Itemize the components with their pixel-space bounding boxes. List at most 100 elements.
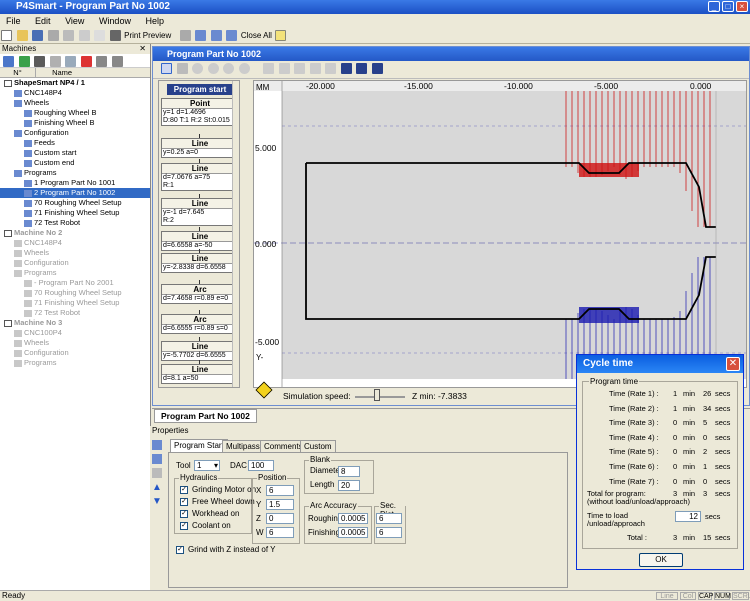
- tree-row[interactable]: Custom end: [0, 158, 150, 168]
- tab-program-start[interactable]: Program Start: [170, 439, 228, 452]
- menu-view[interactable]: View: [65, 16, 84, 26]
- menu-help[interactable]: Help: [145, 16, 164, 26]
- tree-row[interactable]: 70 Roughing Wheel Setup: [0, 288, 150, 298]
- pointer-icon[interactable]: [161, 63, 172, 74]
- config-icon[interactable]: [34, 56, 46, 67]
- hydraulics-checkbox[interactable]: ✓: [180, 522, 188, 530]
- copy-program-icon[interactable]: [65, 56, 77, 67]
- roughing-accuracy-input[interactable]: 0.0005: [338, 513, 368, 524]
- tree-row[interactable]: Roughing Wheel B: [0, 108, 150, 118]
- help-icon[interactable]: [275, 30, 287, 41]
- play-icon[interactable]: [263, 63, 275, 74]
- tile-h-icon[interactable]: [210, 30, 222, 41]
- tree-row[interactable]: 2 Program Part No 1002: [0, 188, 150, 198]
- view1-icon[interactable]: [340, 63, 352, 74]
- save-icon[interactable]: [32, 30, 44, 41]
- tree-row[interactable]: Programs: [0, 358, 150, 368]
- view2-icon[interactable]: [356, 63, 368, 74]
- tree-row[interactable]: CNC148P4: [0, 238, 150, 248]
- header-name[interactable]: Name: [38, 68, 72, 77]
- checkbox-icon[interactable]: [4, 229, 12, 237]
- open-icon[interactable]: [16, 30, 28, 41]
- flow-block[interactable]: Line y=-5.7702 d=6.6555: [161, 341, 239, 361]
- paste-icon[interactable]: [78, 30, 90, 41]
- length-input[interactable]: 20: [338, 480, 360, 491]
- tree-row[interactable]: Programs: [0, 168, 150, 178]
- finishing-accuracy-input[interactable]: 0.0005: [338, 527, 368, 538]
- load-time-input[interactable]: 12: [675, 511, 701, 522]
- stop-icon[interactable]: [309, 63, 321, 74]
- position-input[interactable]: 6: [266, 485, 294, 496]
- tile-v-icon[interactable]: [226, 30, 238, 41]
- checkbox-icon[interactable]: [4, 79, 12, 87]
- grind-z-checkbox[interactable]: ✓: [176, 546, 184, 554]
- move-icon[interactable]: [96, 56, 108, 67]
- tree-row[interactable]: 71 Finishing Wheel Setup: [0, 298, 150, 308]
- program-icon[interactable]: [49, 56, 61, 67]
- flow-block[interactable]: Line d=7.0676 a=75 R:1: [161, 163, 239, 191]
- menu-window[interactable]: Window: [99, 16, 131, 26]
- ok-button[interactable]: OK: [639, 553, 683, 567]
- header-no[interactable]: N°: [0, 68, 36, 78]
- arrow-up-icon[interactable]: ▲: [152, 482, 162, 493]
- tree-row[interactable]: Finishing Wheel B: [0, 118, 150, 128]
- tree-row[interactable]: Configuration: [0, 348, 150, 358]
- zoom-in-icon[interactable]: [192, 63, 204, 74]
- position-input[interactable]: 1.5: [266, 499, 294, 510]
- tree-row[interactable]: 71 Finishing Wheel Setup: [0, 208, 150, 218]
- flow-block[interactable]: Line y=-1 d=7.645 R:2: [161, 198, 239, 226]
- next-icon[interactable]: [325, 63, 337, 74]
- hydraulics-checkbox[interactable]: ✓: [180, 510, 188, 518]
- flow-block[interactable]: Line y=0.25 a=0: [161, 138, 239, 158]
- step-icon[interactable]: [278, 63, 290, 74]
- flow-block[interactable]: Line d=6.6558 a=-50: [161, 231, 239, 251]
- zoom-window-icon[interactable]: [223, 63, 235, 74]
- speed-slider-thumb[interactable]: [374, 389, 380, 401]
- tree-row[interactable]: Configuration: [0, 258, 150, 268]
- prop-icon-2[interactable]: [152, 454, 162, 464]
- tree-row[interactable]: Wheels: [0, 98, 150, 108]
- print-preview-button[interactable]: Print Preview: [124, 31, 171, 40]
- flow-scrollbar[interactable]: [232, 81, 239, 387]
- position-input[interactable]: 0: [266, 513, 294, 524]
- view3-icon[interactable]: [371, 63, 383, 74]
- wheel-icon[interactable]: [18, 56, 30, 67]
- tree-row[interactable]: 1 Program Part No 1001: [0, 178, 150, 188]
- tab-multipass[interactable]: Multipass: [222, 440, 264, 452]
- tree-row[interactable]: Wheels: [0, 338, 150, 348]
- tree-row[interactable]: 70 Roughing Wheel Setup: [0, 198, 150, 208]
- arrow-down-icon[interactable]: ▼: [152, 496, 162, 507]
- cascade-icon[interactable]: [195, 30, 207, 41]
- prop-icon-1[interactable]: [152, 440, 162, 450]
- properties-icon[interactable]: [111, 56, 123, 67]
- tree-row[interactable]: Machine No 2: [0, 228, 150, 238]
- flow-block[interactable]: Point y=1 d=1.4696 D:80 T:1 R:2 St:0.015: [161, 98, 239, 126]
- flow-block[interactable]: Line d=8.1 a=50: [161, 364, 239, 384]
- tree-row[interactable]: CNC100P4: [0, 328, 150, 338]
- copy-icon[interactable]: [63, 30, 75, 41]
- tool-select[interactable]: 1 ▾: [194, 460, 220, 471]
- pause-icon[interactable]: [294, 63, 306, 74]
- hydraulics-checkbox[interactable]: ✓: [180, 486, 188, 494]
- panel-close-icon[interactable]: ✕: [139, 44, 146, 54]
- tree-row[interactable]: Custom start: [0, 148, 150, 158]
- sec-dist-roughing-input[interactable]: 6: [376, 513, 402, 524]
- tree-row[interactable]: 72 Test Robot: [0, 218, 150, 228]
- select-icon[interactable]: [179, 30, 191, 41]
- cut-icon[interactable]: [47, 30, 59, 41]
- print-icon[interactable]: [109, 30, 121, 41]
- dac-input[interactable]: 100: [248, 460, 274, 471]
- position-input[interactable]: 6: [266, 527, 294, 538]
- tree-row[interactable]: ShapeSmart NP4 / 1: [0, 78, 150, 88]
- close-all-button[interactable]: Close All: [241, 31, 272, 40]
- hydraulics-checkbox[interactable]: ✓: [180, 498, 188, 506]
- program-start-block[interactable]: Program start: [167, 84, 233, 95]
- tree-row[interactable]: 72 Test Robot: [0, 308, 150, 318]
- tab-custom[interactable]: Custom: [300, 440, 336, 452]
- menu-edit[interactable]: Edit: [35, 16, 51, 26]
- minimize-button[interactable]: _: [708, 1, 720, 12]
- flow-block[interactable]: Line y=-2.8338 d=6.6558: [161, 253, 239, 273]
- close-button[interactable]: ×: [736, 1, 748, 12]
- tree-row[interactable]: Wheels: [0, 248, 150, 258]
- maximize-button[interactable]: □: [722, 1, 734, 12]
